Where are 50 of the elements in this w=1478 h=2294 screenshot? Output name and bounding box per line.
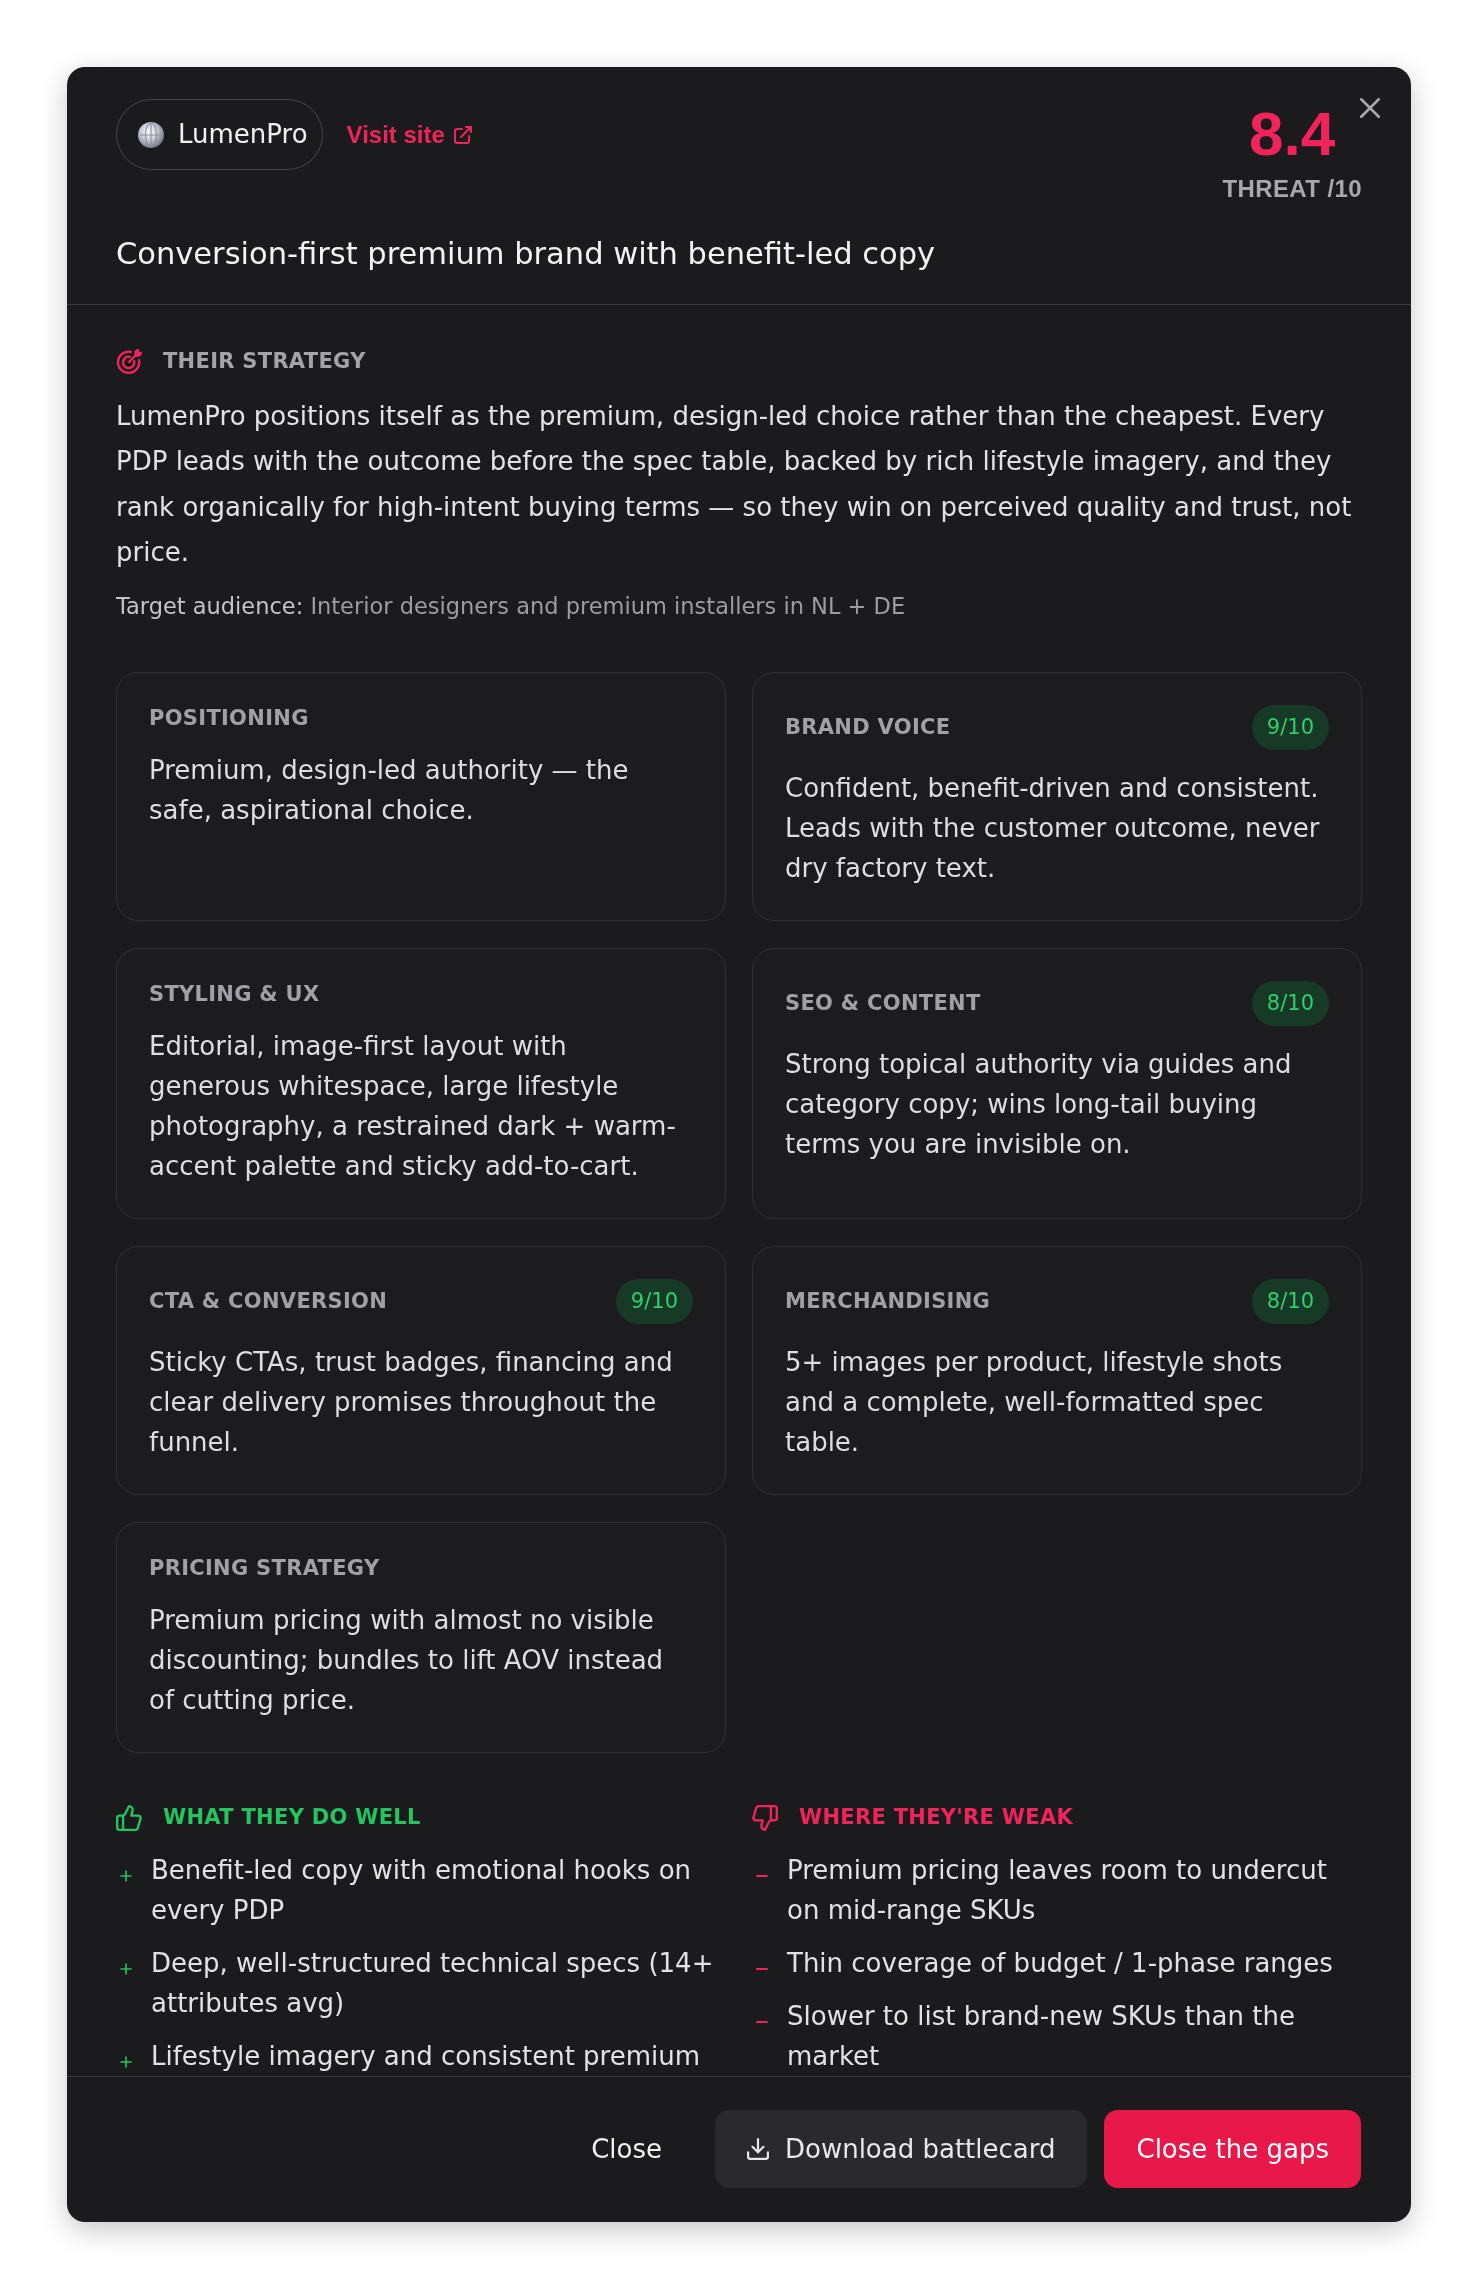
- card-text: Premium, design-led authority — the safe, aspirational choice.: [149, 754, 630, 828]
- list-heading: WHAT THEY DO WELL: [163, 1804, 421, 1832]
- target-audience-text: Target audience: Interior designers and premium installers in NL + DE: [116, 591, 907, 621]
- score-badge: 9/10: [1251, 704, 1329, 750]
- card-text: 5+ images per product, lifestyle shots and a complete, well-formatted spec table.: [785, 1346, 1284, 1460]
- close-the-gaps-button[interactable]: Close the gaps: [1104, 2110, 1361, 2189]
- list-item-text: Deep, well-structured technical specs (14+ attributes avg): [151, 1946, 715, 2020]
- strategy-paragraph: LumenPro positions itself as the premium, design-led choice rather than the cheapest. Every PDP leads with the outcome before the spec table, backed by rich lifestyle imagery, and they rank organically for high-intent buying terms — so they win on perceived quality and trust, not price.: [116, 399, 1353, 570]
- plus-icon: [120, 1869, 132, 1882]
- list-item-text: Slower to list brand-new SKUs than the market: [787, 1999, 1296, 2073]
- plus-icon: [120, 1962, 132, 1975]
- card-title: PRICING STRATEGY: [149, 1555, 380, 1583]
- download-button[interactable]: Download battlecard: [714, 2110, 1088, 2189]
- threat-label: THREAT /10: [1222, 175, 1362, 204]
- score-badge: 8/10: [1251, 1279, 1329, 1325]
- competitor-name: LumenPro: [178, 118, 308, 151]
- close-icon: [1360, 98, 1380, 118]
- list-item-text: Thin coverage of budget / 1-phase ranges: [787, 1946, 1333, 1980]
- list-item-text: Premium pricing leaves room to undercut on mid-range SKUs: [787, 1853, 1328, 1927]
- card-title: CTA & CONVERSION: [149, 1287, 388, 1315]
- threat-score: 8.4: [1248, 103, 1337, 165]
- target-icon: [116, 348, 142, 375]
- close-text-button[interactable]: Close: [555, 2110, 698, 2189]
- thumbs-up-icon: [116, 1804, 142, 1831]
- plus-icon: [120, 2055, 132, 2068]
- globe-icon: [138, 121, 164, 148]
- card-title: STYLING & UX: [149, 980, 320, 1008]
- card-text: Confident, benefit-driven and consistent. Leads with the customer outcome, never dry factory text.: [785, 771, 1321, 885]
- download-icon: [746, 2138, 769, 2161]
- card-text: Sticky CTAs, trust badges, financing and clear delivery promises throughout the funnel.: [149, 1346, 674, 1460]
- list-heading: WHERE THEY'RE WEAK: [799, 1804, 1074, 1832]
- card-text: Strong topical authority via guides and category copy; wins long-tail buying terms you are invisible on.: [785, 1047, 1293, 1161]
- minus-icon: [756, 2020, 768, 2023]
- external-link-icon: [453, 125, 472, 144]
- card-text: Editorial, image-first layout with generous whitespace, large lifestyle photography, a restrained dark + warm-accent palette and sticky add-to-cart.: [149, 1030, 677, 1184]
- card-title: BRAND VOICE: [785, 713, 951, 741]
- card-text: Premium pricing with almost no visible discounting; bundles to lift AOV instead of cutting price.: [149, 1604, 665, 1718]
- thumbs-down-icon: [752, 1804, 778, 1831]
- minus-icon: [756, 1967, 768, 1970]
- score-badge: 9/10: [615, 1279, 693, 1325]
- list-item-text: Benefit-led copy with emotional hooks on every PDP: [151, 1853, 693, 1927]
- score-badge: 8/10: [1251, 980, 1329, 1026]
- section-heading: THEIR STRATEGY: [163, 348, 366, 376]
- visit-site-link[interactable]: Visit site: [346, 112, 472, 157]
- list-item-text: Lifestyle imagery and consistent premium: [151, 2039, 701, 2073]
- competitor-headline: Conversion-first premium brand with benefit-led copy: [116, 234, 937, 273]
- card-title: POSITIONING: [149, 704, 309, 732]
- card-title: MERCHANDISING: [785, 1287, 991, 1315]
- card-title: SEO & CONTENT: [785, 989, 981, 1017]
- minus-icon: [756, 1874, 768, 1877]
